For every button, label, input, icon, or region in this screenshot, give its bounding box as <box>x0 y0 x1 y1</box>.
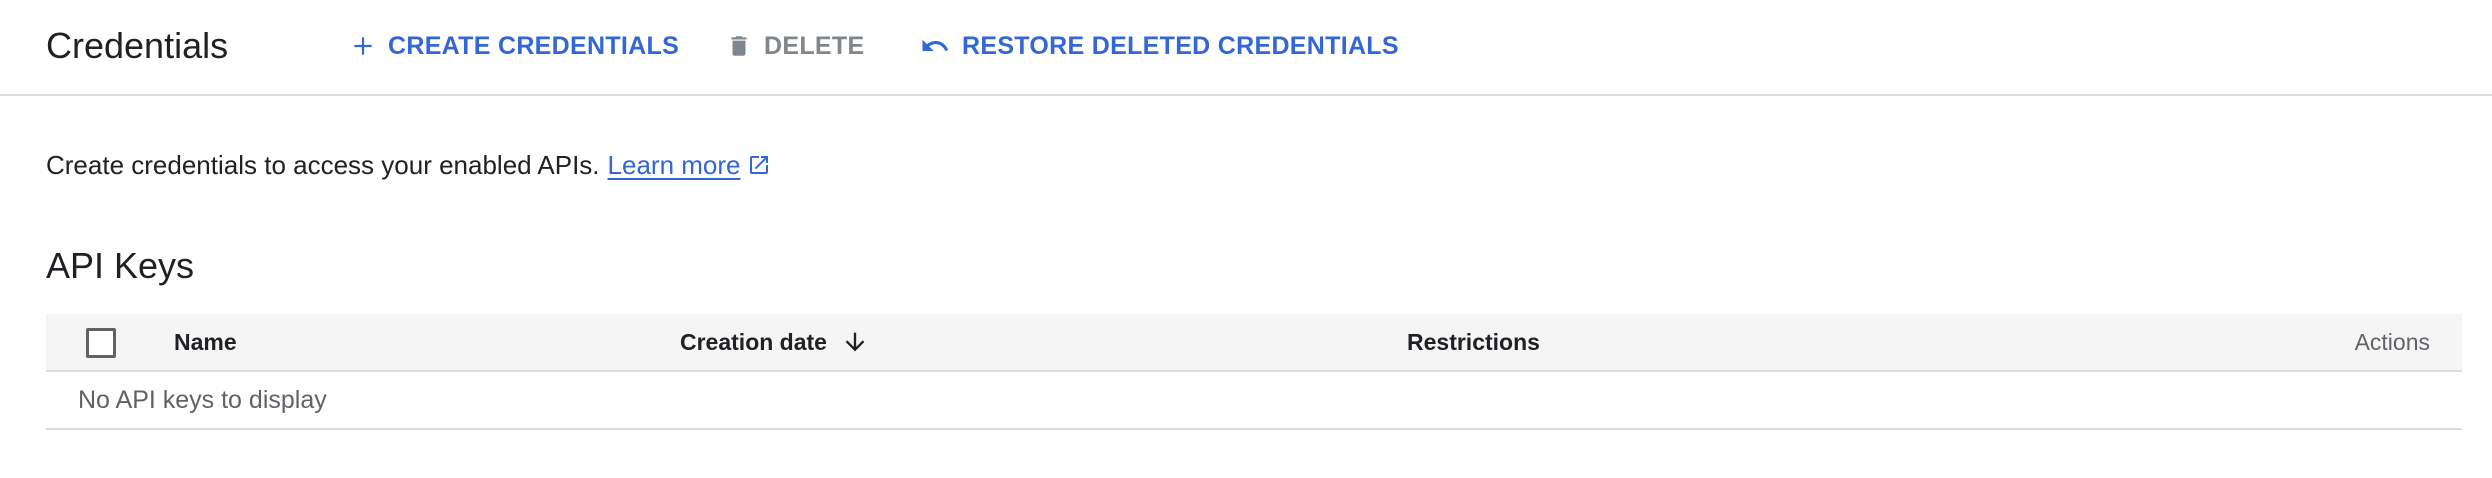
creation-date-label: Creation date <box>680 328 827 355</box>
table-empty-row: No API keys to display <box>46 372 2462 430</box>
plus-icon <box>350 33 376 59</box>
create-credentials-button[interactable]: CREATE CREDENTIALS <box>350 24 679 68</box>
column-header-restrictions[interactable]: Restrictions <box>1407 314 1540 370</box>
api-keys-table-header: Name Creation date Restrictions Actions <box>46 314 2462 372</box>
empty-state-message: No API keys to display <box>78 385 327 414</box>
restore-deleted-credentials-button[interactable]: RESTORE DELETED CREDENTIALS <box>920 24 1399 68</box>
column-header-creation-date[interactable]: Creation date <box>680 314 869 370</box>
create-credentials-label: CREATE CREDENTIALS <box>388 31 680 60</box>
page-title: Credentials <box>46 25 229 66</box>
intro-description: Create credentials to access your enable… <box>46 149 600 180</box>
delete-label: DELETE <box>764 31 865 60</box>
column-header-name[interactable]: Name <box>174 314 237 370</box>
api-keys-title: API Keys <box>46 245 195 286</box>
credentials-toolbar: Credentials CREATE CREDENTIALS DELETE RE… <box>0 0 2492 96</box>
undo-icon <box>920 31 950 61</box>
learn-more-link[interactable]: Learn more <box>608 150 741 181</box>
restore-deleted-credentials-label: RESTORE DELETED CREDENTIALS <box>962 31 1399 60</box>
select-all-checkbox[interactable] <box>86 328 116 358</box>
intro-text: Create credentials to access your enable… <box>46 146 771 184</box>
external-link-icon[interactable] <box>747 153 771 177</box>
arrow-down-icon[interactable] <box>841 327 869 357</box>
column-header-actions: Actions <box>2354 328 2430 355</box>
trash-icon <box>726 31 752 61</box>
delete-button[interactable]: DELETE <box>726 24 864 68</box>
